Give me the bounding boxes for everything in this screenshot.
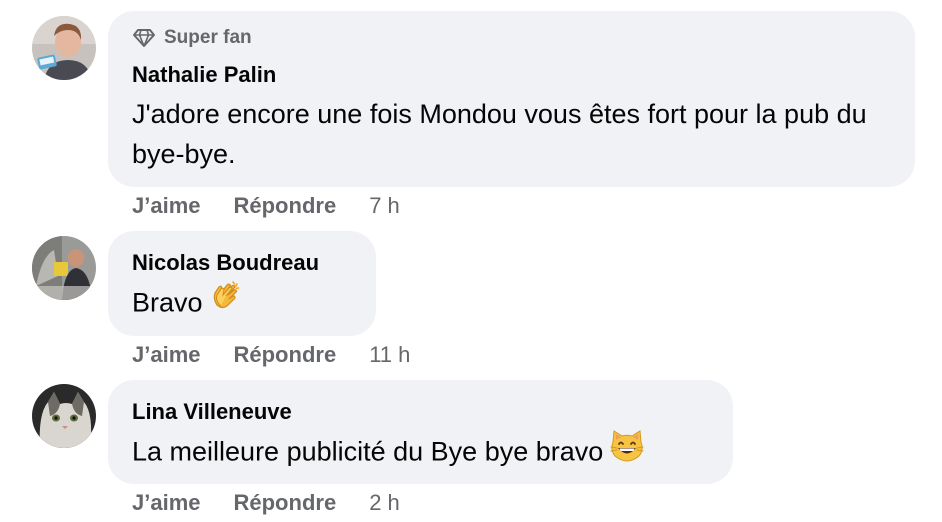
comment-timestamp[interactable]: 7 h — [369, 193, 400, 219]
like-button[interactable]: J’aime — [132, 193, 201, 219]
comment-author[interactable]: Lina Villeneuve — [132, 398, 709, 426]
clapping-hands-icon — [209, 279, 243, 324]
super-fan-badge[interactable]: Super fan — [132, 25, 891, 51]
grinning-cat-icon — [609, 428, 645, 473]
comment-text: La meilleure publicité du Bye bye bravo — [132, 436, 604, 467]
reply-button[interactable]: Répondre — [234, 342, 337, 368]
avatar[interactable] — [32, 236, 96, 300]
diamond-icon — [132, 28, 156, 48]
comment-timestamp[interactable]: 2 h — [369, 490, 400, 516]
comment-actions: J’aime Répondre 7 h — [132, 191, 400, 221]
comment-text-line: La meilleure publicité du Bye bye bravo — [132, 428, 709, 476]
reply-button[interactable]: Répondre — [234, 490, 337, 516]
avatar[interactable] — [32, 384, 96, 448]
badge-label: Super fan — [164, 27, 252, 48]
comment-bubble: Lina Villeneuve La meilleure publicité d… — [108, 380, 733, 484]
comment-actions: J’aime Répondre 2 h — [132, 488, 400, 518]
avatar-photo — [32, 16, 96, 80]
comment-text-line: Bravo — [132, 279, 352, 327]
comment-bubble: Super fan Nathalie Palin J'adore encore … — [108, 11, 915, 187]
comment-actions: J’aime Répondre 11 h — [132, 340, 410, 370]
comment-bubble: Nicolas Boudreau Bravo — [108, 231, 376, 336]
avatar[interactable] — [32, 16, 96, 80]
comment-author[interactable]: Nicolas Boudreau — [132, 249, 352, 277]
comment-author[interactable]: Nathalie Palin — [132, 61, 891, 89]
avatar-photo — [32, 384, 96, 448]
like-button[interactable]: J’aime — [132, 342, 201, 368]
comment-text: J'adore encore une fois Mondou vous êtes… — [132, 99, 867, 169]
avatar-photo — [32, 236, 96, 300]
like-button[interactable]: J’aime — [132, 490, 201, 516]
reply-button[interactable]: Répondre — [234, 193, 337, 219]
comment-text: Bravo — [132, 287, 203, 318]
comment-timestamp[interactable]: 11 h — [369, 342, 410, 368]
